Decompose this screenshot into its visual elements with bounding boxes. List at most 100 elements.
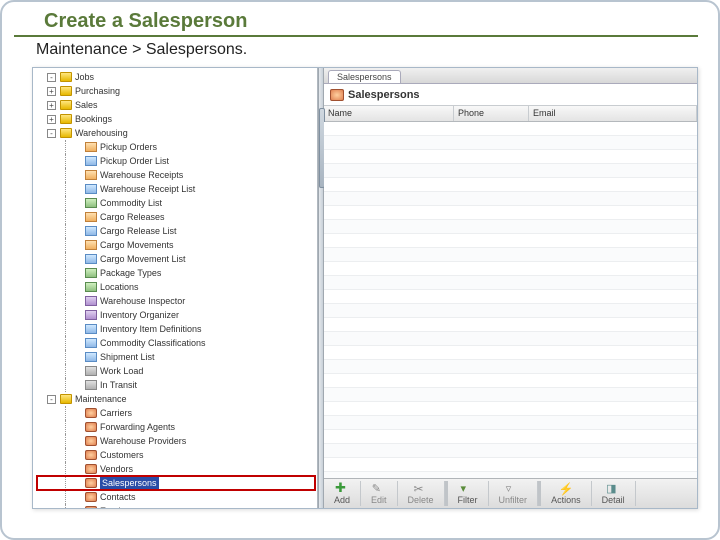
tree-item-contacts[interactable]: Contacts [37, 490, 315, 504]
tree-item-warehouse-receipt-list[interactable]: Warehouse Receipt List [37, 182, 315, 196]
tree-item-warehouse-providers[interactable]: Warehouse Providers [37, 434, 315, 448]
toggle-icon[interactable] [72, 409, 81, 418]
tree-item-shipment-list[interactable]: Shipment List [37, 350, 315, 364]
tree-item-in-transit[interactable]: In Transit [37, 378, 315, 392]
tree-item-bookings[interactable]: +Bookings [37, 112, 315, 126]
tree-item-cargo-releases[interactable]: Cargo Releases [37, 210, 315, 224]
toggle-icon[interactable] [72, 339, 81, 348]
toggle-icon[interactable] [72, 241, 81, 250]
tree-item-commodity-classifications[interactable]: Commodity Classifications [37, 336, 315, 350]
toggle-icon[interactable] [72, 311, 81, 320]
table-row[interactable] [324, 150, 697, 164]
toggle-icon[interactable] [72, 171, 81, 180]
table-row[interactable] [324, 136, 697, 150]
toggle-icon[interactable] [72, 367, 81, 376]
table-row[interactable] [324, 304, 697, 318]
tree-item-cargo-movement-list[interactable]: Cargo Movement List [37, 252, 315, 266]
tree-item-locations[interactable]: Locations [37, 280, 315, 294]
table-row[interactable] [324, 458, 697, 472]
table-row[interactable] [324, 332, 697, 346]
tree-item-warehouse-receipts[interactable]: Warehouse Receipts [37, 168, 315, 182]
table-row[interactable] [324, 402, 697, 416]
toggle-icon[interactable] [72, 507, 81, 509]
tree-item-jobs[interactable]: -Jobs [37, 70, 315, 84]
toggle-icon[interactable]: - [47, 73, 56, 82]
toggle-icon[interactable] [72, 325, 81, 334]
table-row[interactable] [324, 276, 697, 290]
tree-item-pickup-order-list[interactable]: Pickup Order List [37, 154, 315, 168]
unfilter-button[interactable]: ▿ Unfilter [489, 481, 539, 506]
table-row[interactable] [324, 374, 697, 388]
tree-item-purchasing[interactable]: +Purchasing [37, 84, 315, 98]
column-name[interactable]: Name [324, 106, 454, 121]
toggle-icon[interactable]: + [47, 87, 56, 96]
tree-item-maintenance[interactable]: -Maintenance [37, 392, 315, 406]
grid-body[interactable] [324, 122, 697, 478]
toggle-icon[interactable] [72, 185, 81, 194]
tree-item-salespersons[interactable]: Salespersons [37, 476, 315, 490]
toggle-icon[interactable] [72, 199, 81, 208]
table-row[interactable] [324, 318, 697, 332]
table-row[interactable] [324, 472, 697, 478]
filter-button[interactable]: ▾ Filter [445, 481, 489, 506]
toggle-icon[interactable]: + [47, 101, 56, 110]
table-row[interactable] [324, 444, 697, 458]
column-email[interactable]: Email [529, 106, 697, 121]
toggle-icon[interactable] [72, 143, 81, 152]
toggle-icon[interactable]: - [47, 395, 56, 404]
toggle-icon[interactable] [72, 381, 81, 390]
toggle-icon[interactable] [72, 423, 81, 432]
toggle-icon[interactable] [72, 465, 81, 474]
tree-item-cargo-release-list[interactable]: Cargo Release List [37, 224, 315, 238]
table-row[interactable] [324, 346, 697, 360]
detail-button[interactable]: ◨ Detail [592, 481, 636, 506]
toggle-icon[interactable] [72, 353, 81, 362]
table-row[interactable] [324, 178, 697, 192]
tree-item-package-types[interactable]: Package Types [37, 266, 315, 280]
tree-item-sales[interactable]: +Sales [37, 98, 315, 112]
toggle-icon[interactable]: + [47, 115, 56, 124]
tree-item-cargo-movements[interactable]: Cargo Movements [37, 238, 315, 252]
toggle-icon[interactable] [72, 479, 81, 488]
toggle-icon[interactable] [72, 269, 81, 278]
table-row[interactable] [324, 206, 697, 220]
toggle-icon[interactable] [72, 213, 81, 222]
toggle-icon[interactable] [72, 255, 81, 264]
table-row[interactable] [324, 388, 697, 402]
table-row[interactable] [324, 122, 697, 136]
tree-item-commodity-list[interactable]: Commodity List [37, 196, 315, 210]
tree-item-vendors[interactable]: Vendors [37, 462, 315, 476]
tree-item-pickup-orders[interactable]: Pickup Orders [37, 140, 315, 154]
toggle-icon[interactable] [72, 297, 81, 306]
toggle-icon[interactable] [72, 157, 81, 166]
tree-item-work-load[interactable]: Work Load [37, 364, 315, 378]
add-button[interactable]: ✚ Add [324, 481, 361, 506]
delete-button[interactable]: ✂ Delete [398, 481, 445, 506]
table-row[interactable] [324, 192, 697, 206]
table-row[interactable] [324, 164, 697, 178]
table-row[interactable] [324, 248, 697, 262]
tree-item-inventory-organizer[interactable]: Inventory Organizer [37, 308, 315, 322]
tree-item-inventory-item-definitions[interactable]: Inventory Item Definitions [37, 322, 315, 336]
table-row[interactable] [324, 290, 697, 304]
toggle-icon[interactable]: - [47, 129, 56, 138]
table-row[interactable] [324, 416, 697, 430]
toggle-icon[interactable] [72, 283, 81, 292]
edit-button[interactable]: ✎ Edit [361, 481, 398, 506]
toggle-icon[interactable] [72, 227, 81, 236]
navigation-tree[interactable]: -Jobs+Purchasing+Sales+Bookings-Warehous… [33, 68, 318, 508]
table-row[interactable] [324, 262, 697, 276]
toggle-icon[interactable] [72, 451, 81, 460]
tree-item-carriers[interactable]: Carriers [37, 406, 315, 420]
table-row[interactable] [324, 430, 697, 444]
tree-item-warehouse-inspector[interactable]: Warehouse Inspector [37, 294, 315, 308]
table-row[interactable] [324, 220, 697, 234]
tree-item-forwarding-agents[interactable]: Forwarding Agents [37, 420, 315, 434]
table-row[interactable] [324, 234, 697, 248]
table-row[interactable] [324, 360, 697, 374]
tree-item-warehousing[interactable]: -Warehousing [37, 126, 315, 140]
tab-salespersons[interactable]: Salespersons [328, 70, 401, 83]
toggle-icon[interactable] [72, 437, 81, 446]
tree-item-customers[interactable]: Customers [37, 448, 315, 462]
actions-button[interactable]: ⚡ Actions [538, 481, 592, 506]
